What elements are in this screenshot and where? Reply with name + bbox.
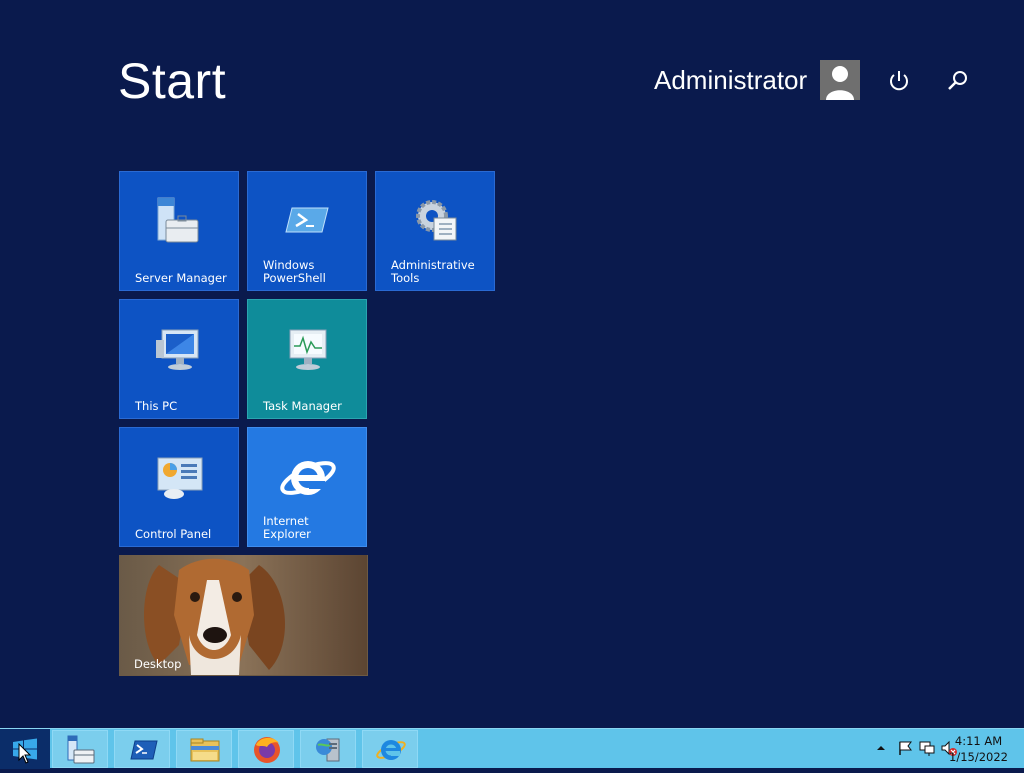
power-icon — [890, 71, 908, 91]
tile-desktop[interactable]: Desktop — [119, 555, 368, 676]
flag-icon[interactable] — [896, 739, 914, 757]
tile-server-manager[interactable]: Server Manager — [119, 171, 239, 291]
tile-label: Internet Explorer — [263, 514, 311, 541]
network-status-icon[interactable] — [918, 739, 936, 757]
tile-label: Windows PowerShell — [263, 258, 326, 285]
tile-label: Server Manager — [135, 271, 227, 285]
tile-label: Desktop — [134, 657, 182, 671]
tile-task-manager[interactable]: Task Manager — [247, 299, 367, 419]
tile-this-pc[interactable]: This PC — [119, 299, 239, 419]
internet-explorer-icon — [280, 461, 336, 495]
network-icon — [316, 738, 340, 762]
powershell-icon — [285, 207, 329, 233]
taskbar-powershell[interactable] — [114, 730, 170, 768]
search-button[interactable] — [942, 66, 972, 96]
file-explorer-icon — [190, 738, 220, 762]
taskbar-internet-explorer[interactable] — [362, 730, 418, 768]
server-manager-icon — [67, 735, 95, 764]
taskbar-file-explorer[interactable] — [176, 730, 232, 768]
computer-icon — [156, 329, 199, 370]
admin-tools-icon — [416, 200, 457, 241]
tile-label: Control Panel — [135, 527, 212, 541]
tile-administrative-tools[interactable]: Administrative Tools — [375, 171, 495, 291]
system-tray: 4:11 AM 1/15/2022 — [844, 729, 1024, 769]
tile-windows-powershell[interactable]: Windows PowerShell — [247, 171, 367, 291]
taskbar-firefox[interactable] — [238, 730, 294, 768]
taskbar-network-tool[interactable] — [300, 730, 356, 768]
control-panel-icon — [157, 457, 203, 499]
power-button[interactable] — [884, 66, 914, 96]
clock-date: 1/15/2022 — [949, 750, 1008, 764]
powershell-icon — [130, 740, 158, 760]
task-manager-icon — [289, 329, 327, 370]
internet-explorer-icon — [376, 740, 406, 760]
user-silhouette-icon — [820, 60, 860, 100]
chevron-up-icon[interactable] — [872, 739, 890, 757]
firefox-icon — [254, 737, 280, 763]
tile-label: This PC — [135, 399, 178, 413]
search-icon — [948, 71, 967, 90]
avatar[interactable] — [820, 60, 860, 100]
tile-control-panel[interactable]: Control Panel — [119, 427, 239, 547]
tile-label: Administrative Tools — [391, 258, 475, 285]
taskbar-server-manager[interactable] — [52, 730, 108, 768]
mouse-cursor-icon — [18, 743, 32, 764]
user-account[interactable]: Administrator — [654, 58, 807, 102]
taskbar: 4:11 AM 1/15/2022 — [0, 728, 1024, 769]
clock[interactable]: 4:11 AM 1/15/2022 — [949, 733, 1008, 765]
tile-internet-explorer[interactable]: Internet Explorer — [247, 427, 367, 547]
user-name[interactable]: Administrator — [654, 58, 807, 102]
start-title: Start — [118, 53, 227, 109]
tile-label: Task Manager — [263, 399, 342, 413]
clock-time: 4:11 AM — [954, 734, 1003, 748]
server-manager-icon — [157, 197, 199, 243]
